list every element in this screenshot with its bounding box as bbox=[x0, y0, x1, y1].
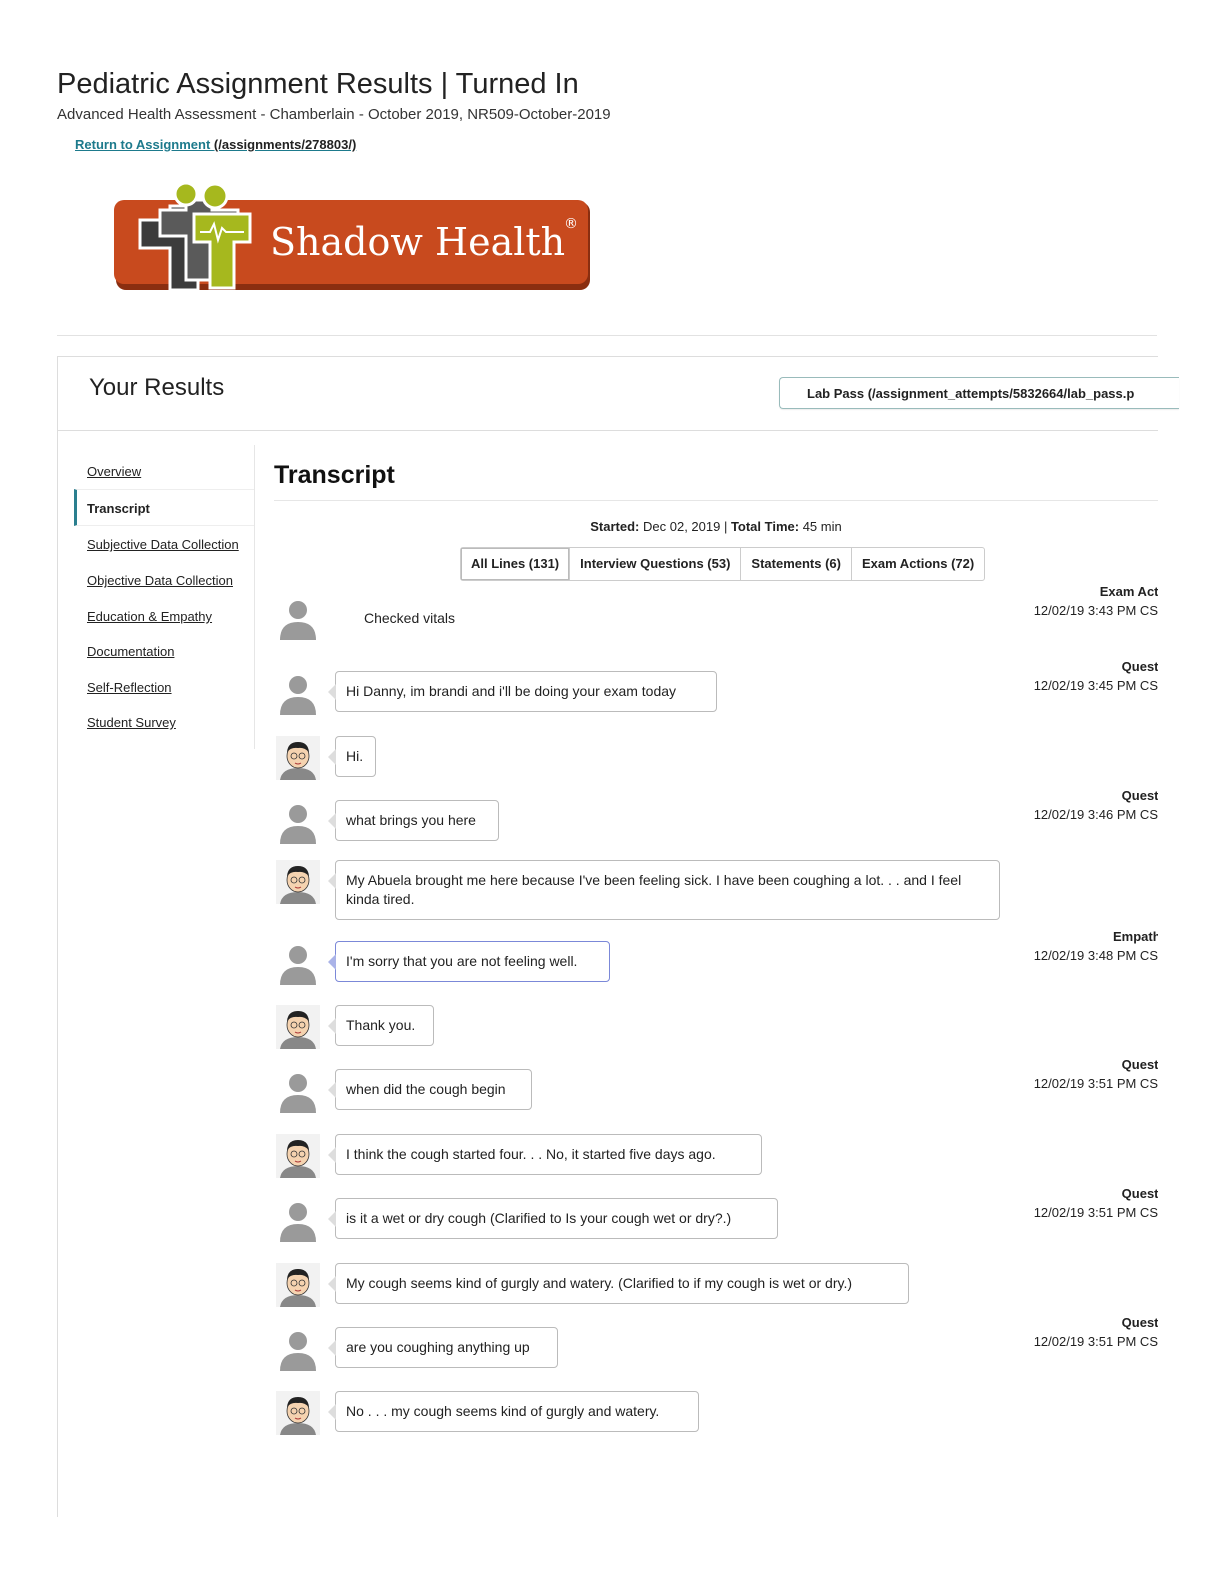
student-message: when did the cough begin bbox=[328, 1069, 532, 1110]
student-message: Hi Danny, im brandi and i'll be doing yo… bbox=[328, 671, 717, 712]
divider bbox=[57, 335, 1157, 336]
results-panel: Your Results Lab Pass (/assignment_attem… bbox=[57, 356, 1179, 1517]
line-meta: Question 12/02/19 3:46 PM CS bbox=[998, 788, 1158, 822]
student-message: I'm sorry that you are not feeling well. bbox=[328, 941, 610, 982]
return-link-label: Return to Assignment bbox=[75, 137, 214, 152]
total-time-value: 45 min bbox=[799, 519, 842, 534]
line-meta: Question 12/02/19 3:51 PM CS bbox=[998, 1186, 1158, 1220]
line-timestamp: 12/02/19 3:51 PM CS bbox=[1033, 1334, 1158, 1349]
patient-avatar-icon bbox=[276, 860, 320, 904]
patient-response: I think the cough started four. . . No, … bbox=[328, 1134, 762, 1175]
nav-education-empathy[interactable]: Education & Empathy bbox=[74, 609, 254, 624]
line-type: Empathize bbox=[1112, 929, 1158, 944]
course-subtitle: Advanced Health Assessment - Chamberlain… bbox=[57, 106, 611, 123]
patient-avatar-icon bbox=[276, 1134, 320, 1178]
student-avatar-icon bbox=[276, 1198, 320, 1242]
line-meta: Exam Action 12/02/19 3:43 PM CS bbox=[998, 584, 1158, 618]
line-meta: Question 12/02/19 3:51 PM CS bbox=[998, 1315, 1158, 1349]
student-avatar-icon bbox=[276, 596, 320, 640]
nav-student-survey[interactable]: Student Survey bbox=[74, 715, 254, 730]
patient-response: Hi. bbox=[328, 736, 376, 777]
line-timestamp: 12/02/19 3:48 PM CS bbox=[1033, 948, 1158, 963]
patient-response: My Abuela brought me here because I've b… bbox=[328, 860, 1000, 920]
student-message: is it a wet or dry cough (Clarified to I… bbox=[328, 1198, 778, 1239]
transcript-filter-tabs: All Lines (131) Interview Questions (53)… bbox=[460, 547, 986, 581]
student-avatar-icon bbox=[276, 671, 320, 715]
student-message: Checked vitals bbox=[364, 610, 456, 626]
patient-avatar-icon bbox=[276, 736, 320, 780]
line-meta: Question 12/02/19 3:45 PM CS bbox=[998, 659, 1158, 693]
patient-response: My cough seems kind of gurgly and watery… bbox=[328, 1263, 909, 1304]
nav-documentation[interactable]: Documentation bbox=[74, 644, 254, 659]
nav-transcript[interactable]: Transcript bbox=[74, 489, 254, 526]
line-timestamp: 12/02/19 3:46 PM CS bbox=[1033, 807, 1158, 822]
return-link-path: (/assignments/278803/) bbox=[213, 137, 357, 152]
student-message: what brings you here bbox=[328, 800, 499, 841]
page-title: Pediatric Assignment Results | Turned In bbox=[57, 68, 579, 100]
nav-self-reflection[interactable]: Self-Reflection bbox=[74, 680, 254, 695]
return-to-assignment-link[interactable]: Return to Assignment (/assignments/27880… bbox=[75, 137, 356, 152]
results-sidebar: Overview Transcript Subjective Data Coll… bbox=[74, 445, 255, 749]
results-title: Your Results bbox=[89, 374, 225, 401]
nav-overview[interactable]: Overview bbox=[74, 464, 254, 479]
patient-response: No . . . my cough seems kind of gurgly a… bbox=[328, 1391, 699, 1432]
student-avatar-icon bbox=[276, 941, 320, 985]
tab-interview-questions[interactable]: Interview Questions (53) bbox=[569, 548, 740, 580]
total-time-label: Total Time: bbox=[730, 519, 800, 534]
line-timestamp: 12/02/19 3:45 PM CS bbox=[1033, 678, 1158, 693]
tab-statements[interactable]: Statements (6) bbox=[740, 548, 851, 580]
transcript-title: Transcript bbox=[274, 461, 395, 489]
line-meta: Empathize 12/02/19 3:48 PM CS bbox=[998, 929, 1158, 963]
patient-avatar-icon bbox=[276, 1263, 320, 1307]
line-meta: Question 12/02/19 3:51 PM CS bbox=[998, 1057, 1158, 1091]
student-avatar-icon bbox=[276, 800, 320, 844]
line-type: Exam Action bbox=[1099, 584, 1158, 599]
line-timestamp: 12/02/19 3:43 PM CS bbox=[1033, 603, 1158, 618]
patient-response: Thank you. bbox=[328, 1005, 434, 1046]
student-avatar-icon bbox=[276, 1327, 320, 1371]
tab-exam-actions[interactable]: Exam Actions (72) bbox=[850, 548, 984, 580]
line-type: Question bbox=[1121, 659, 1158, 674]
line-timestamp: 12/02/19 3:51 PM CS bbox=[1033, 1205, 1158, 1220]
logo-text: Shadow Health bbox=[270, 220, 565, 264]
line-timestamp: 12/02/19 3:51 PM CS bbox=[1033, 1076, 1158, 1091]
patient-avatar-icon bbox=[276, 1005, 320, 1049]
student-message: are you coughing anything up bbox=[328, 1327, 558, 1368]
nav-subjective-data-collection[interactable]: Subjective Data Collection bbox=[74, 537, 254, 552]
nav-objective-data-collection[interactable]: Objective Data Collection bbox=[74, 573, 254, 588]
started-value: Dec 02, 2019 | bbox=[639, 519, 731, 534]
student-avatar-icon bbox=[276, 1069, 320, 1113]
line-type: Question bbox=[1121, 788, 1158, 803]
tab-all-lines[interactable]: All Lines (131) bbox=[461, 548, 570, 580]
results-header: Your Results Lab Pass (/assignment_attem… bbox=[58, 357, 1179, 431]
logo-registered-mark: ® bbox=[564, 216, 578, 232]
divider bbox=[274, 500, 1158, 501]
line-type: Question bbox=[1121, 1057, 1158, 1072]
shadow-health-logo: Shadow Health ® bbox=[114, 181, 590, 292]
lab-pass-button[interactable]: Lab Pass (/assignment_attempts/5832664/l… bbox=[779, 377, 1179, 409]
line-type: Question bbox=[1121, 1186, 1158, 1201]
started-label: Started: bbox=[590, 519, 640, 534]
patient-avatar-icon bbox=[276, 1391, 320, 1435]
started-info: Started: Dec 02, 2019 | Total Time: 45 m… bbox=[274, 519, 1158, 534]
line-type: Question bbox=[1121, 1315, 1158, 1330]
